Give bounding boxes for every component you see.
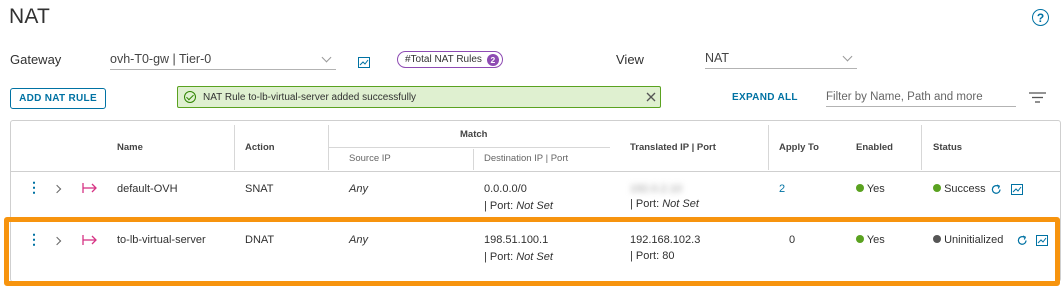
apply-to-value: 0 — [789, 234, 796, 246]
rule-status: Success — [933, 183, 986, 195]
chart-icon[interactable] — [358, 57, 370, 68]
kebab-menu-icon[interactable]: ⋮ — [27, 180, 41, 194]
header-translated[interactable]: Translated IP | Port — [630, 142, 716, 153]
status-value: Uninitialized — [944, 234, 1004, 246]
refresh-icon[interactable] — [1017, 235, 1028, 246]
destination-port-prefix: | Port: — [484, 200, 514, 212]
translated-ip: 192.168.102.3 — [630, 234, 701, 246]
match-divider — [328, 147, 610, 148]
check-circle-icon — [184, 91, 196, 103]
translated-port-prefix: | Port: — [630, 198, 660, 210]
rule-action: DNAT — [245, 234, 275, 246]
destination-ip: 0.0.0.0/0 — [484, 183, 527, 195]
close-icon[interactable] — [646, 92, 656, 102]
enabled-status: Yes — [856, 234, 885, 246]
enabled-status: Yes — [856, 183, 885, 195]
source-ip: Any — [349, 234, 368, 246]
help-icon[interactable]: ? — [1032, 9, 1049, 26]
total-nat-rules-label: #Total NAT Rules — [405, 54, 482, 65]
header-status[interactable]: Status — [933, 142, 962, 153]
gateway-select[interactable]: ovh-T0-gw | Tier-0 — [110, 52, 336, 70]
destination-ip: 198.51.100.1 — [484, 234, 549, 246]
translated-port-value: 80 — [662, 250, 675, 262]
translated-port: | Port: 80 — [630, 250, 674, 262]
view-select[interactable]: NAT — [705, 51, 857, 69]
header-match: Match — [460, 129, 488, 140]
alert-text: NAT Rule to-lb-virtual-server added succ… — [203, 91, 417, 103]
translated-ip: 192.0.2.10 — [630, 183, 682, 195]
chevron-right-icon[interactable] — [52, 236, 62, 246]
filter-menu-icon[interactable] — [1029, 92, 1046, 103]
translated-port-value: Not Set — [662, 198, 699, 210]
rule-action: SNAT — [245, 183, 274, 195]
total-nat-rules-count: 2 — [486, 53, 499, 66]
column-divider — [234, 125, 235, 170]
destination-port: | Port: Not Set — [484, 200, 553, 212]
filter-input[interactable]: Filter by Name, Path and more — [826, 91, 1016, 107]
column-divider — [921, 125, 922, 170]
gateway-select-value: ovh-T0-gw | Tier-0 — [110, 52, 212, 66]
enabled-value: Yes — [866, 183, 885, 195]
chevron-down-icon — [321, 52, 332, 63]
source-ip: Any — [349, 183, 368, 195]
column-divider — [473, 149, 474, 170]
chart-icon[interactable] — [1036, 235, 1048, 246]
rule-name: to-lb-virtual-server — [117, 234, 206, 246]
success-dot-icon — [933, 184, 941, 192]
header-source-ip[interactable]: Source IP — [349, 153, 391, 164]
destination-port-prefix: | Port: — [484, 251, 514, 263]
apply-to-link[interactable]: 2 — [779, 183, 785, 195]
view-select-value: NAT — [705, 51, 730, 65]
translated-port-prefix: | Port: — [630, 250, 660, 262]
total-nat-rules-badge[interactable]: #Total NAT Rules 2 — [397, 51, 503, 68]
kebab-menu-icon[interactable]: ⋮ — [27, 232, 41, 246]
translated-port: | Port: Not Set — [630, 198, 699, 210]
destination-port-value: Not Set — [516, 200, 553, 212]
view-label: View — [616, 52, 644, 67]
chevron-right-icon[interactable] — [52, 184, 62, 194]
add-nat-rule-button[interactable]: ADD NAT RULE — [10, 88, 106, 109]
nat-rule-icon — [82, 235, 97, 245]
success-dot-icon — [856, 184, 864, 192]
nat-rule-icon — [82, 183, 97, 193]
enabled-value: Yes — [866, 234, 885, 246]
destination-port-value: Not Set — [516, 251, 553, 263]
expand-all-button[interactable]: EXPAND ALL — [732, 92, 798, 103]
rule-name: default-OVH — [117, 183, 178, 195]
gateway-label: Gateway — [10, 52, 62, 67]
header-name[interactable]: Name — [117, 142, 143, 153]
header-apply-to[interactable]: Apply To — [779, 142, 819, 153]
nat-rules-table: Name Action Match Source IP Destination … — [10, 120, 1061, 282]
header-enabled[interactable]: Enabled — [856, 142, 893, 153]
status-value: Success — [944, 183, 986, 195]
page-title: NAT — [9, 5, 51, 28]
column-divider — [768, 125, 769, 170]
header-destination[interactable]: Destination IP | Port — [484, 153, 568, 164]
table-row[interactable]: ⋮ to-lb-virtual-server DNAT Any 198.51.1… — [11, 220, 1060, 282]
refresh-icon[interactable] — [991, 184, 1002, 195]
chart-icon[interactable] — [1011, 184, 1023, 195]
header-action[interactable]: Action — [245, 142, 275, 153]
success-dot-icon — [856, 235, 864, 243]
destination-port: | Port: Not Set — [484, 251, 553, 263]
uninitialized-dot-icon — [933, 235, 941, 243]
rule-status: Uninitialized — [933, 234, 1003, 246]
success-alert: NAT Rule to-lb-virtual-server added succ… — [177, 86, 661, 108]
table-row[interactable]: ⋮ default-OVH SNAT Any 0.0.0.0/0 | Port:… — [11, 172, 1060, 219]
chevron-down-icon — [842, 51, 853, 62]
